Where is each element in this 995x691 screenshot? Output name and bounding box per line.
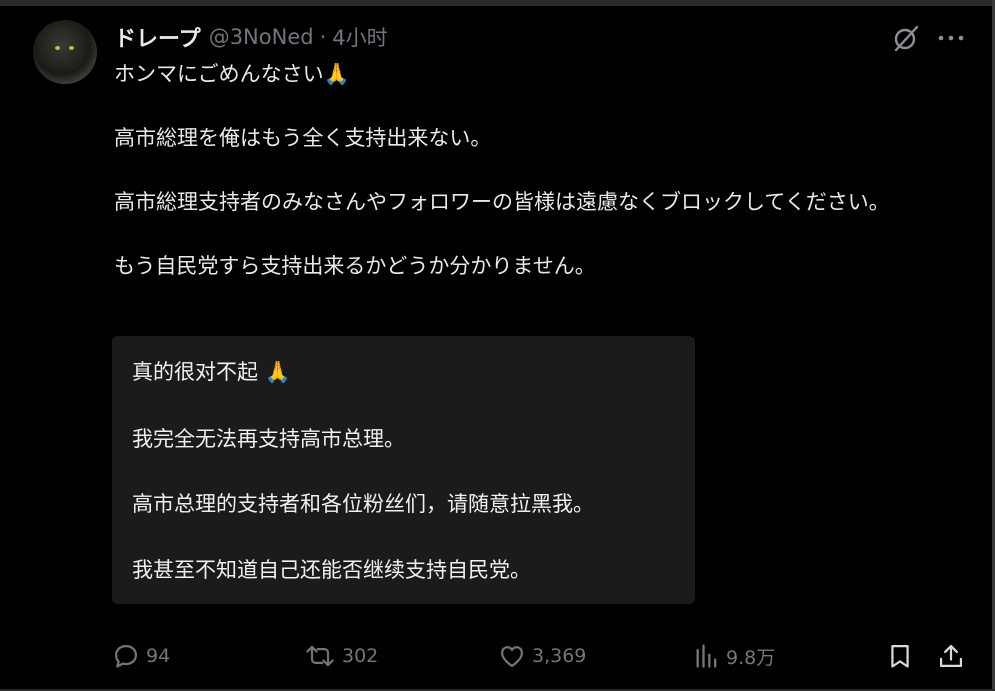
post-paragraph: 高市総理支持者のみなさんやフォロワーの皆様は遠慮なくブロックしてください。 xyxy=(114,190,890,214)
post-header: ドレープ @3NoNed · 4小时 xyxy=(114,22,388,52)
repost-icon xyxy=(304,642,336,670)
repost-button[interactable]: 302 xyxy=(304,640,378,672)
post-text: ホンマにごめんなさい🙏 高市総理を俺はもう全く支持出来ない。 高市総理支持者のみ… xyxy=(114,58,964,282)
translation-paragraph: 真的很对不起 🙏 xyxy=(132,360,291,384)
more-icon[interactable] xyxy=(935,22,967,54)
avatar[interactable] xyxy=(33,20,97,84)
translation-box: 真的很对不起 🙏 我完全无法再支持高市总理。 高市总理的支持者和各位粉丝们，请随… xyxy=(112,336,695,604)
like-count: 3,369 xyxy=(532,645,587,667)
avatar-eye-left xyxy=(55,46,60,50)
action-bar: 94 302 3,369 9.8万 xyxy=(0,640,995,672)
reply-count: 94 xyxy=(146,645,171,667)
reply-icon xyxy=(112,642,140,670)
translation-paragraph: 我甚至不知道自己还能否继续支持自民党。 xyxy=(132,558,531,582)
share-icon xyxy=(937,642,965,670)
repost-count: 302 xyxy=(342,645,379,667)
share-button[interactable] xyxy=(937,640,965,672)
views-button[interactable]: 9.8万 xyxy=(694,640,775,672)
like-icon xyxy=(498,642,526,670)
translation-paragraph: 我完全无法再支持高市总理。 xyxy=(132,427,405,451)
avatar-eye-right xyxy=(69,46,74,50)
display-name[interactable]: ドレープ xyxy=(114,21,201,53)
views-icon xyxy=(694,642,720,670)
post-paragraph: もう自民党すら支持出来るかどうか分かりません。 xyxy=(114,254,596,278)
translation-paragraph: 高市总理的支持者和各位粉丝们，请随意拉黑我。 xyxy=(132,492,594,516)
window-top-edge xyxy=(0,0,995,6)
post-paragraph: ホンマにごめんなさい🙏 xyxy=(114,62,350,86)
bookmark-icon xyxy=(886,642,914,670)
views-count: 9.8万 xyxy=(726,646,776,669)
reply-button[interactable]: 94 xyxy=(112,640,170,672)
post-time[interactable]: 4小时 xyxy=(332,22,387,52)
like-button[interactable]: 3,369 xyxy=(498,640,586,672)
post-paragraph: 高市総理を俺はもう全く支持出来ない。 xyxy=(114,126,492,150)
grok-icon[interactable] xyxy=(890,22,922,54)
user-handle[interactable]: @3NoNed xyxy=(209,25,314,49)
separator-dot: · xyxy=(319,25,327,49)
bookmark-button[interactable] xyxy=(886,640,914,672)
